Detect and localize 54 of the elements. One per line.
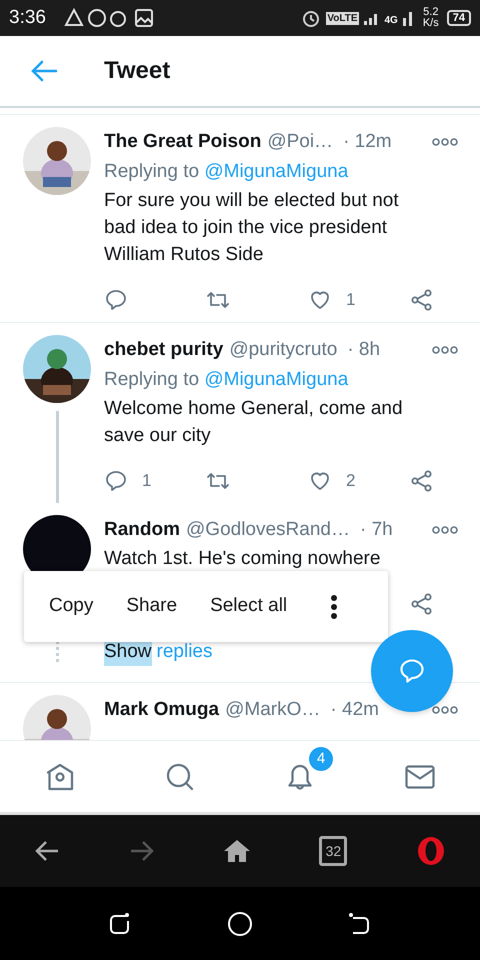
- tabs-button[interactable]: 32: [319, 836, 348, 866]
- notification-badge: 4: [309, 747, 333, 771]
- battery-icon: 74: [446, 10, 471, 26]
- signal-icon: [364, 11, 380, 25]
- speed-value: 5.2: [423, 7, 438, 18]
- tweet-time: · 12m: [343, 130, 392, 154]
- reply-count: 1: [142, 470, 152, 492]
- page-title: Tweet: [104, 56, 170, 86]
- share-icon[interactable]: [410, 469, 434, 493]
- signal-icon: [402, 10, 415, 26]
- author-name[interactable]: chebet purity: [104, 336, 224, 364]
- tweet-text: For sure you will be elected but not bad idea to join the vice president William Rutos Side: [104, 189, 400, 267]
- chat-bubble-icon: [398, 657, 426, 685]
- like-count: 1: [346, 289, 356, 312]
- menu-item[interactable]: Share: [126, 592, 178, 621]
- author-handle: @MarkO…: [225, 698, 320, 722]
- replying-to: Replying to @MigunaMiguna: [104, 368, 350, 392]
- speed-unit: K/s: [422, 18, 439, 29]
- tweet-text: Welcome home General, come and save our city: [104, 397, 404, 448]
- share-icon[interactable]: [410, 288, 434, 312]
- replying-to: Replying to @MigunaMiguna: [104, 160, 350, 184]
- tweet-time: · 42m: [330, 698, 379, 722]
- tweet-time: · 7h: [360, 518, 393, 542]
- author-handle: @puritycruto: [229, 338, 338, 362]
- author-name[interactable]: Mark Omuga: [104, 696, 220, 724]
- comment-icon[interactable]: [104, 469, 128, 493]
- volte-indicator: VoLTE: [326, 12, 358, 24]
- more-icon[interactable]: [432, 525, 458, 535]
- comment-icon[interactable]: [104, 288, 128, 312]
- browser-logo-icon[interactable]: [416, 836, 446, 866]
- like-count: 2: [346, 470, 356, 492]
- network-type: 4G: [384, 16, 398, 26]
- menu-item[interactable]: Copy: [49, 592, 94, 621]
- alarm-icon: [301, 8, 322, 28]
- author-name[interactable]: Random: [104, 516, 180, 544]
- home-icon[interactable]: [222, 838, 251, 864]
- recent-apps-icon[interactable]: [108, 912, 132, 936]
- more-options-icon[interactable]: [330, 594, 338, 620]
- more-icon[interactable]: [432, 345, 458, 355]
- more-icon[interactable]: [432, 705, 458, 715]
- back-icon[interactable]: [348, 912, 372, 936]
- forward-arrow-icon[interactable]: [128, 839, 155, 863]
- tweet-time: · 8h: [347, 338, 380, 362]
- author-name[interactable]: The Great Poison: [104, 128, 262, 156]
- author-handle: @GodlovesRand…: [186, 518, 350, 542]
- more-icon[interactable]: [432, 137, 458, 147]
- clock-time: 3:36: [9, 6, 46, 30]
- back-arrow-icon[interactable]: [34, 839, 60, 863]
- menu-item[interactable]: Select all: [210, 592, 288, 621]
- home-circle-icon[interactable]: [227, 910, 253, 936]
- bell-icon[interactable]: [288, 763, 312, 790]
- author-handle: @Poi…: [267, 130, 334, 154]
- share-icon[interactable]: [410, 592, 434, 616]
- tweet-text: Watch 1st. He's coming nowhere: [104, 547, 382, 571]
